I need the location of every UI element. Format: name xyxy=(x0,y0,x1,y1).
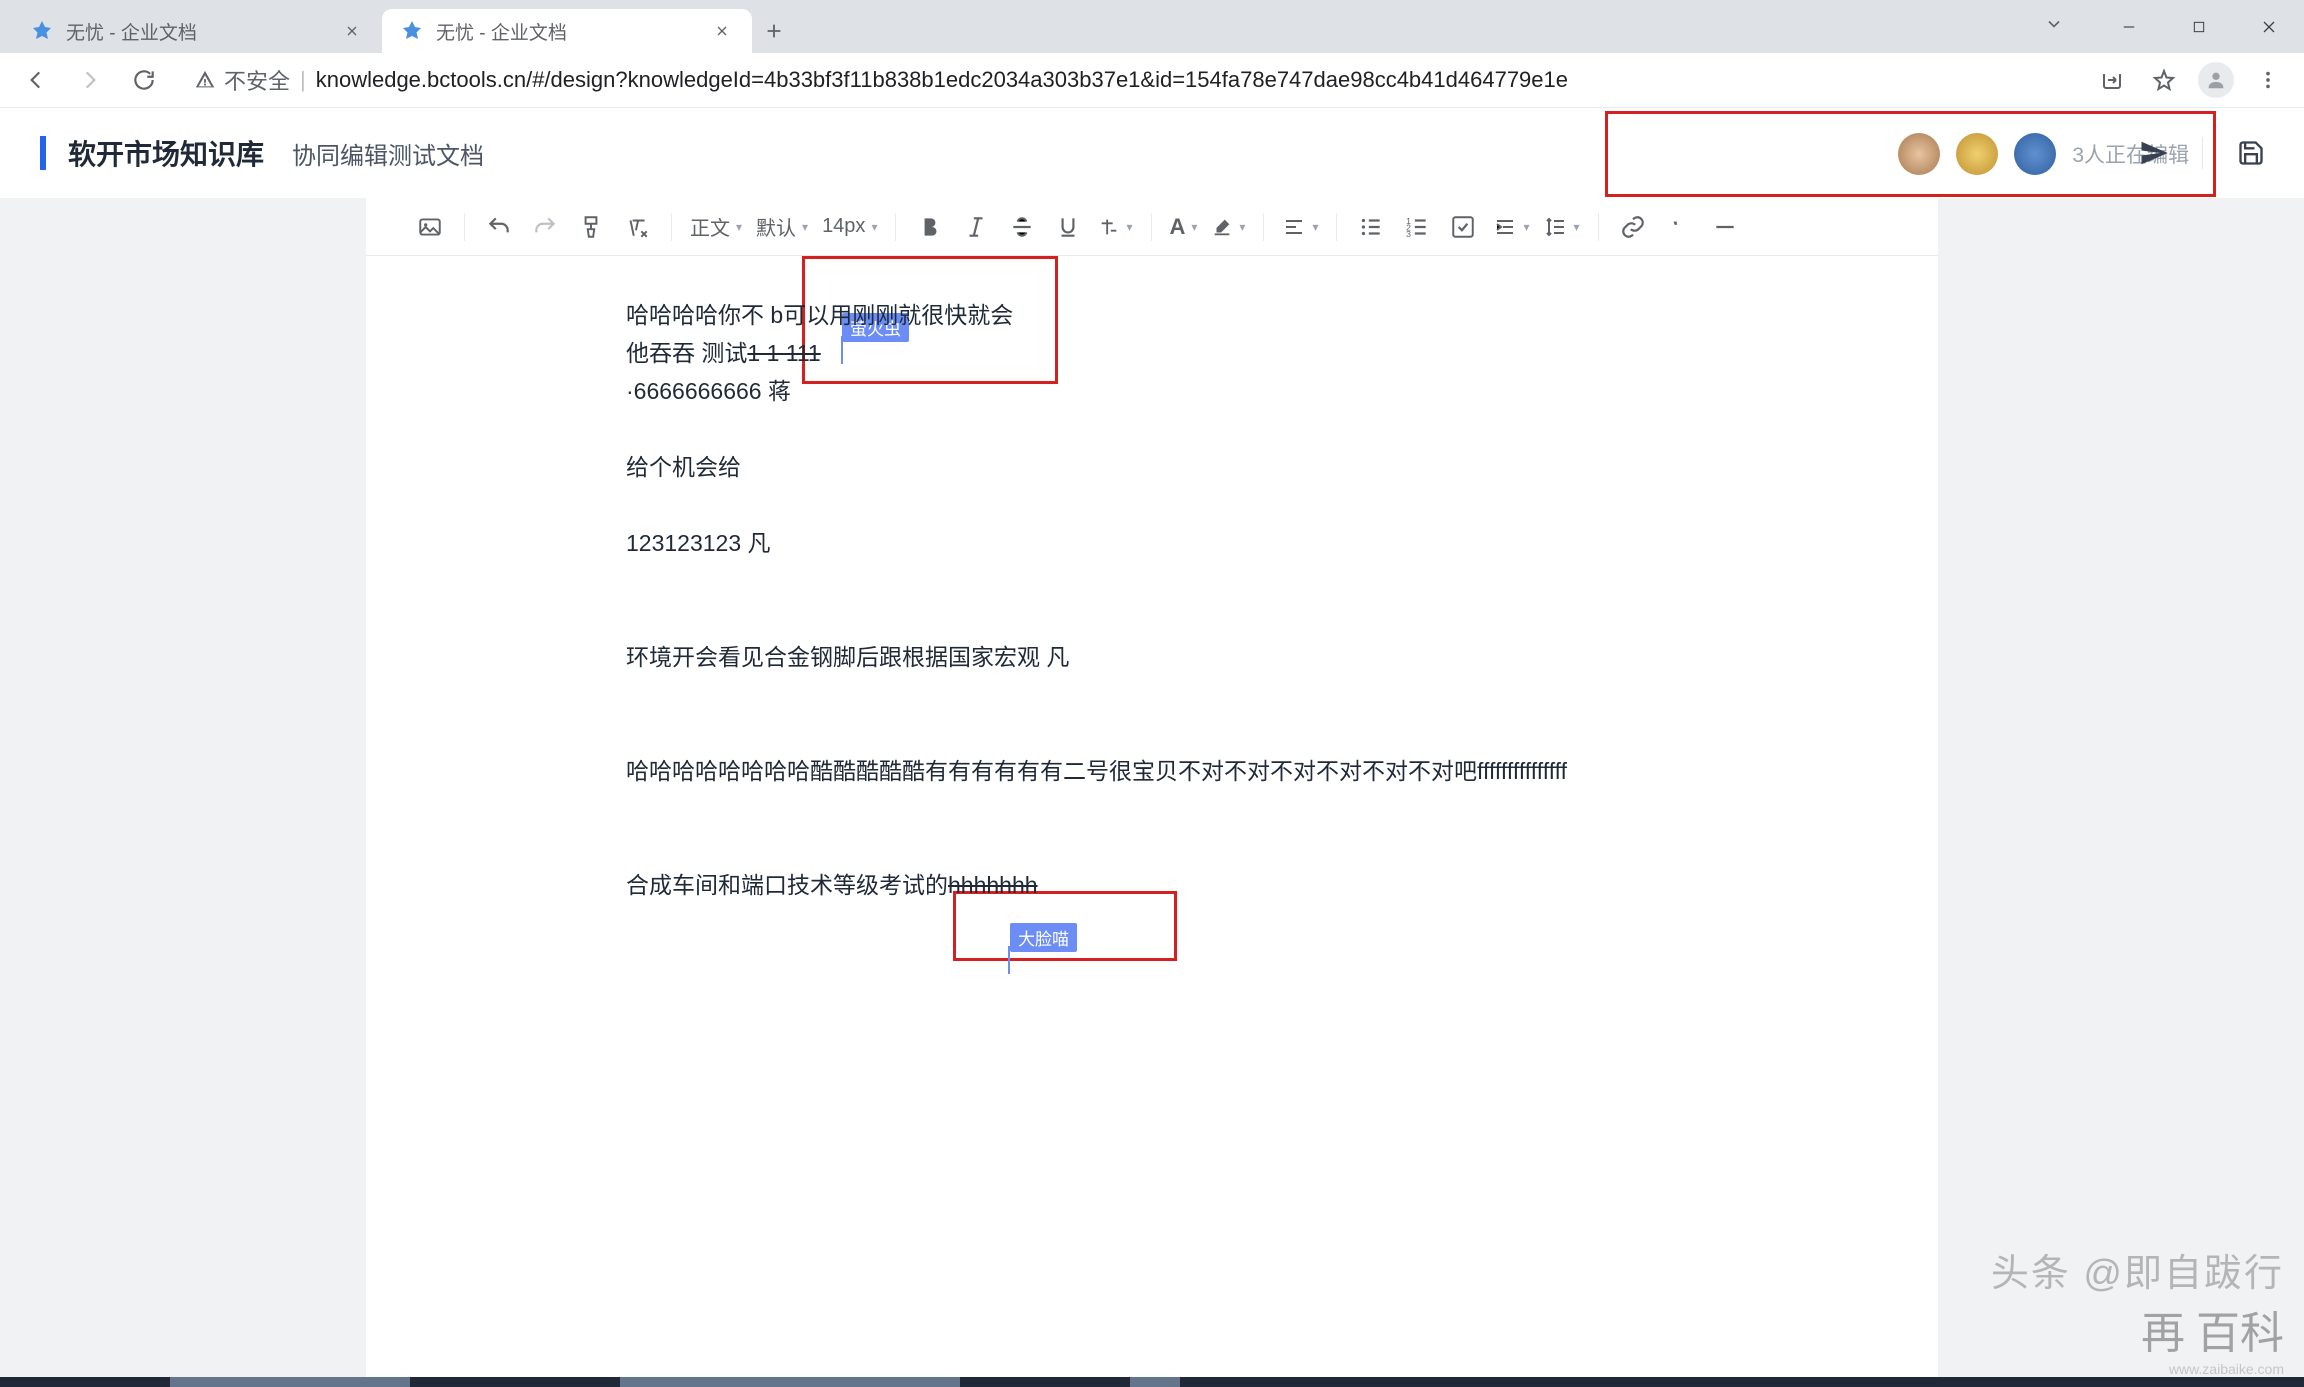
horizontal-rule-icon[interactable] xyxy=(1709,211,1741,243)
browser-address-bar: 不安全 | knowledge.bctools.cn/#/design?know… xyxy=(0,53,2304,108)
align-dropdown[interactable]: ▾ xyxy=(1282,215,1318,239)
strikethrough-icon[interactable] xyxy=(1006,211,1038,243)
document-content[interactable]: 哈哈哈哈你不 b可以用刚刚就很快就会 他吞吞 测试1 1 111 ·666666… xyxy=(366,256,1938,944)
tab-title: 无忧 - 企业文档 xyxy=(436,18,698,45)
window-close-button[interactable] xyxy=(2234,4,2304,50)
window-maximize-button[interactable] xyxy=(2164,4,2234,50)
undo-icon[interactable] xyxy=(483,211,515,243)
font-color-dropdown[interactable]: A▾ xyxy=(1170,214,1198,240)
tab-favicon-icon xyxy=(400,19,424,43)
watermark: 头条 @即自跋行 再 百科 www.zaibaike.com xyxy=(1991,1242,2284,1377)
indent-dropdown[interactable]: ▾ xyxy=(1493,215,1529,239)
window-controls xyxy=(2044,0,2304,53)
collaborators-panel: 3人正在编辑 xyxy=(1605,111,2216,197)
bottom-progress-bar xyxy=(0,1377,2304,1387)
security-warning-icon: 不安全 xyxy=(194,64,290,96)
browser-tab-1[interactable]: 无忧 - 企业文档 xyxy=(12,9,382,53)
numbered-list-icon[interactable]: 123 xyxy=(1401,211,1433,243)
underline-icon[interactable] xyxy=(1052,211,1084,243)
nav-forward-button[interactable] xyxy=(68,58,112,102)
nav-reload-button[interactable] xyxy=(122,58,166,102)
collaborator-avatar-1[interactable] xyxy=(1898,133,1940,175)
text-transform-dropdown[interactable]: ▾ xyxy=(1098,216,1132,238)
quote-icon[interactable] xyxy=(1663,211,1695,243)
editor-background: 正文▾ 默认▾ 14px▾ ▾ A▾ ▾ ▾ xyxy=(0,198,2304,1387)
send-button[interactable] xyxy=(2136,135,2172,171)
tab-search-icon[interactable] xyxy=(2044,14,2064,39)
highlight-color-dropdown[interactable]: ▾ xyxy=(1211,216,1245,238)
new-tab-button[interactable] xyxy=(752,9,796,53)
font-size-dropdown[interactable]: 14px▾ xyxy=(822,215,877,238)
collaborator-avatar-3[interactable] xyxy=(2014,133,2056,175)
document-name[interactable]: 协同编辑测试文档 xyxy=(292,136,484,171)
url-input[interactable]: 不安全 | knowledge.bctools.cn/#/design?know… xyxy=(176,59,2080,101)
url-text: knowledge.bctools.cn/#/design?knowledgeI… xyxy=(316,67,1568,93)
paragraph-style-dropdown[interactable]: 正文▾ xyxy=(690,212,742,241)
nav-back-button[interactable] xyxy=(14,58,58,102)
profile-button[interactable] xyxy=(2194,58,2238,102)
clear-format-icon[interactable] xyxy=(621,211,653,243)
browser-tab-strip: 无忧 - 企业文档 无忧 - 企业文档 xyxy=(0,0,2304,53)
bookmark-icon[interactable] xyxy=(2142,58,2186,102)
insert-image-icon[interactable] xyxy=(414,211,446,243)
checklist-icon[interactable] xyxy=(1447,211,1479,243)
bullet-list-icon[interactable] xyxy=(1355,211,1387,243)
italic-icon[interactable] xyxy=(960,211,992,243)
accent-bar xyxy=(40,136,46,170)
collab-cursor-line-2 xyxy=(1008,946,1010,974)
browser-tab-2[interactable]: 无忧 - 企业文档 xyxy=(382,9,752,53)
app-header: 软开市场知识库 协同编辑测试文档 3人正在编辑 xyxy=(0,108,2304,198)
security-warning-text: 不安全 xyxy=(224,64,290,96)
browser-menu-button[interactable] xyxy=(2246,58,2290,102)
format-painter-icon[interactable] xyxy=(575,211,607,243)
tab-close-icon[interactable] xyxy=(710,19,734,43)
workspace-title: 软开市场知识库 xyxy=(68,133,264,173)
tab-favicon-icon xyxy=(30,19,54,43)
document-editor: 正文▾ 默认▾ 14px▾ ▾ A▾ ▾ ▾ xyxy=(366,198,1938,1387)
tab-title: 无忧 - 企业文档 xyxy=(66,18,328,45)
font-family-dropdown[interactable]: 默认▾ xyxy=(756,212,808,241)
window-minimize-button[interactable] xyxy=(2094,4,2164,50)
profile-avatar-icon xyxy=(2198,62,2234,98)
collaborator-avatar-2[interactable] xyxy=(1956,133,1998,175)
bold-icon[interactable] xyxy=(914,211,946,243)
link-icon[interactable] xyxy=(1617,211,1649,243)
editor-toolbar: 正文▾ 默认▾ 14px▾ ▾ A▾ ▾ ▾ xyxy=(366,198,1938,256)
line-height-dropdown[interactable]: ▾ xyxy=(1544,215,1580,239)
save-button[interactable] xyxy=(2233,135,2269,171)
redo-icon[interactable] xyxy=(529,211,561,243)
tab-close-icon[interactable] xyxy=(340,19,364,43)
share-icon[interactable] xyxy=(2090,58,2134,102)
svg-text:3: 3 xyxy=(1407,228,1412,238)
